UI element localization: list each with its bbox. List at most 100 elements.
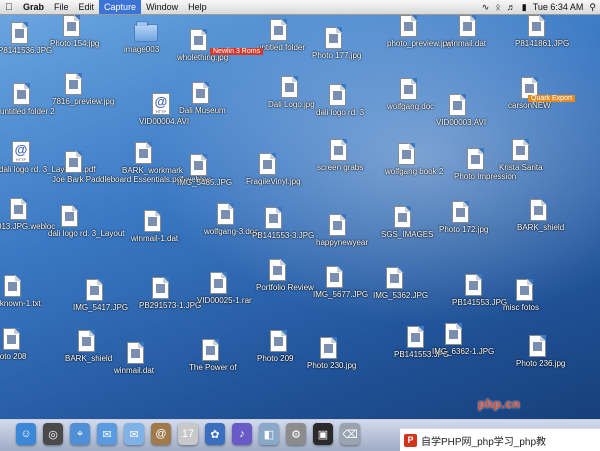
doc-desktop-icon[interactable]: PB141553.JPG (394, 325, 449, 359)
doc-desktop-icon[interactable]: unknown-1.txt (0, 274, 41, 308)
thumbnail-image (7, 335, 16, 344)
webloc-desktop-icon[interactable]: @ HTTP VID00004.AVI (139, 92, 189, 126)
doc-desktop-icon[interactable]: wolfgang-3.doc (204, 202, 258, 236)
menu-file[interactable]: File (49, 0, 74, 14)
doc-desktop-icon[interactable]: P8141861.JPG (515, 14, 569, 48)
menu-help[interactable]: Help (183, 0, 212, 14)
thumbnail-image (194, 161, 203, 170)
dock-dashboard-icon[interactable]: ◎ (43, 423, 63, 445)
doc-desktop-icon[interactable]: FragileVinyl.jpg (246, 152, 301, 186)
dock-finder-icon[interactable]: ☺ (16, 423, 36, 445)
menu-edit[interactable]: Edit (74, 0, 100, 14)
doc-desktop-icon[interactable]: wholething.jpg (177, 28, 228, 62)
doc-desktop-icon[interactable]: Photo 154.jpg (50, 14, 99, 48)
thumbnail-image (333, 91, 342, 100)
desktop-icon-label: photo_preview.jpg (387, 39, 452, 48)
folder-desktop-icon[interactable]: image003 (124, 20, 159, 54)
menu-window[interactable]: Window (141, 0, 183, 14)
dock-system-prefs-icon[interactable]: ⚙ (286, 423, 306, 445)
doc-desktop-icon[interactable]: dali logo rd. 3 (316, 83, 364, 117)
battery-icon[interactable]: ▮ (522, 0, 527, 14)
thumbnail-image (334, 146, 343, 155)
doc-desktop-icon[interactable]: PB291573-1.JPG (139, 276, 201, 310)
doc-desktop-icon[interactable]: PB141553.JPG (452, 273, 507, 307)
doc-desktop-icon[interactable]: Dali Museum (179, 81, 226, 115)
document-icon (192, 82, 209, 104)
desktop-icon-label: Photo 177.jpg (312, 51, 362, 60)
document-icon (152, 277, 169, 299)
doc-desktop-icon[interactable]: 013.JPG.webloc (0, 197, 55, 231)
dock-address-book-icon[interactable]: @ (151, 423, 171, 445)
thumbnail-image (390, 274, 399, 283)
doc-desktop-icon[interactable]: BARK_shield (517, 198, 564, 232)
spotlight-icon[interactable]: ⚲ (589, 0, 596, 14)
doc-desktop-icon[interactable]: Photo 177.jpg (312, 26, 361, 60)
apple-menu-icon[interactable]:  (0, 2, 18, 13)
dock-trash-icon[interactable]: ⌫ (340, 423, 360, 445)
thumbnail-image (273, 266, 282, 275)
dock-terminal-icon[interactable]: ▣ (313, 423, 333, 445)
document-icon (4, 275, 21, 297)
doc-desktop-icon[interactable]: Joe Bark Paddleboard Essentials.pdf.webl… (52, 150, 210, 184)
doc-desktop-icon[interactable]: winmail.dat (114, 341, 154, 375)
doc-desktop-icon[interactable]: IMG_6362-1.JPG (432, 322, 494, 356)
document-icon (10, 198, 27, 220)
doc-desktop-icon[interactable]: IMG_5417.JPG (73, 278, 128, 312)
doc-desktop-icon[interactable]: untitled folder 2 (0, 82, 55, 116)
doc-desktop-icon[interactable]: VID00025-1.rar (197, 271, 252, 305)
doc-desktop-icon[interactable]: wolfgang book 2 (385, 142, 443, 176)
doc-desktop-icon[interactable]: misc fotos (503, 278, 539, 312)
doc-desktop-icon[interactable]: BARK_shield (65, 329, 112, 363)
doc-desktop-icon[interactable]: IMG_5677.JPG (313, 265, 368, 299)
bluetooth-icon[interactable]: ᛟ (495, 0, 500, 14)
volume-icon[interactable]: ♬ (507, 0, 516, 14)
doc-desktop-icon[interactable]: screen grabs (317, 138, 363, 172)
doc-desktop-icon[interactable]: Photo 236.jpg (516, 334, 565, 368)
doc-desktop-icon[interactable]: PB141553-3.JPG (252, 206, 314, 240)
doc-desktop-icon[interactable]: VID00003.AVI (436, 93, 486, 127)
doc-desktop-icon[interactable]: Photo 208 (0, 327, 26, 361)
desktop-icon-label: image003 (124, 45, 160, 54)
dock-ichat-icon[interactable]: ✉ (97, 423, 117, 445)
doc-desktop-icon[interactable]: untitled folder (257, 18, 305, 52)
doc-desktop-icon[interactable]: Krista Sarita (499, 138, 543, 172)
wifi-icon[interactable]: ∿ (482, 0, 490, 14)
webloc-desktop-icon[interactable]: @ HTTP dali logo rd. 3_Layout 1.pdf (0, 140, 96, 174)
menu-app-grab[interactable]: Grab (18, 0, 49, 14)
menu-capture[interactable]: Capture (99, 0, 142, 14)
doc-desktop-icon[interactable]: winmail-1.dat (131, 209, 178, 243)
doc-desktop-icon[interactable]: happynewyear (316, 213, 368, 247)
doc-desktop-icon[interactable]: Dali Logo.jpg (268, 75, 315, 109)
document-icon (61, 205, 78, 227)
doc-desktop-icon[interactable]: IMG_5362.JPG (373, 266, 428, 300)
doc-desktop-icon[interactable]: The Power of (189, 338, 237, 372)
doc-desktop-icon[interactable]: Portfolio Review (256, 258, 314, 292)
doc-desktop-icon[interactable]: photo_preview.jpg (387, 14, 452, 48)
dock-preview-icon[interactable]: ◧ (259, 423, 279, 445)
desktop-icon-label: SGS_IMAGES (381, 230, 434, 239)
dock-itunes-icon[interactable]: ♪ (232, 423, 252, 445)
doc-desktop-icon[interactable]: Photo 209 (257, 329, 293, 363)
desktop[interactable]: P8141536.JPG Photo 154.jpg image003 wholeth… (0, 14, 600, 419)
dock-iphoto-icon[interactable]: ✿ (205, 423, 225, 445)
doc-desktop-icon[interactable]: SGS_IMAGES (381, 205, 433, 239)
thumbnail-image (67, 22, 76, 31)
dock-safari-icon[interactable]: ⌖ (70, 423, 90, 445)
doc-desktop-icon[interactable]: Photo 172.jpg (439, 200, 488, 234)
doc-desktop-icon[interactable]: Photo 230.jpg (307, 336, 356, 370)
doc-desktop-icon[interactable]: dali logo rd. 3_Layout (48, 204, 125, 238)
doc-desktop-icon[interactable]: Photo Impression (454, 147, 516, 181)
menu-clock[interactable]: Tue 6:34 AM (533, 0, 584, 14)
desktop-icon-label: Photo 209 (257, 354, 294, 363)
doc-desktop-icon[interactable]: IMG_5485.JPG (177, 153, 232, 187)
doc-desktop-icon[interactable]: BARK_workmark (122, 141, 183, 175)
doc-desktop-icon[interactable]: P8141536.JPG (0, 21, 52, 55)
dock-ical-icon[interactable]: 17 (178, 423, 198, 445)
doc-desktop-icon[interactable]: 7816_preview.jpg (52, 72, 114, 106)
doc-desktop-icon[interactable]: wolfgang.doc (387, 77, 434, 111)
doc-desktop-icon[interactable]: winmail.dat (446, 14, 486, 48)
thumbnail-image (8, 282, 17, 291)
desktop-icon-label: carsonNEW (508, 101, 551, 110)
desktop-icon-label: unknown-1.txt (0, 299, 41, 308)
dock-mail-icon[interactable]: ✉ (124, 423, 144, 445)
